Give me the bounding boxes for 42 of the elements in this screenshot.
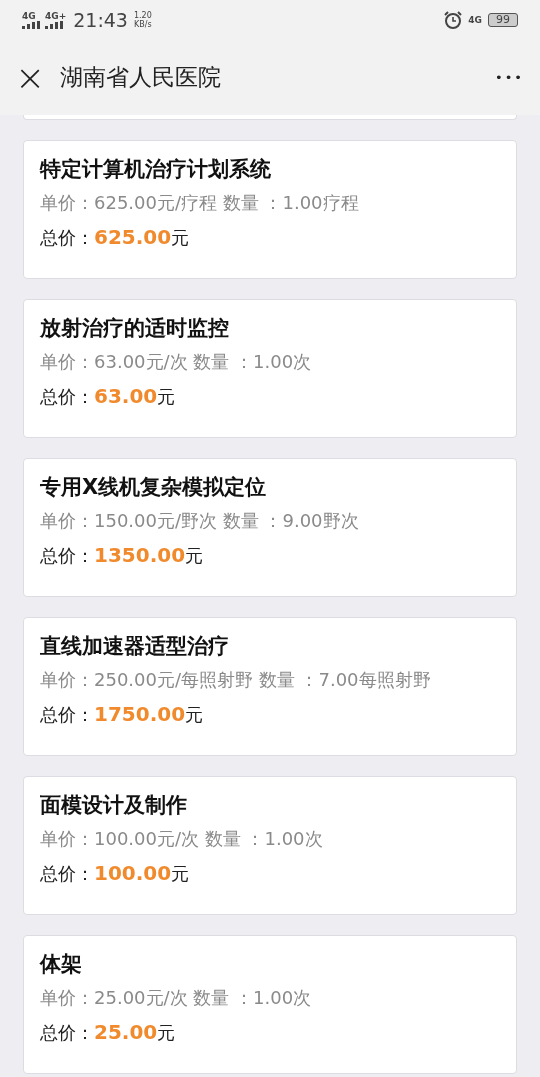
alarm-icon [444,11,463,29]
more-button[interactable]: ••• [495,70,524,85]
total-amount: 1750.00 [94,702,186,726]
total-amount: 25.00 [94,1020,158,1044]
total-label: 总价： [40,226,94,250]
total-amount: 63.00 [94,384,158,408]
signal-indicator: 4G [22,11,40,29]
currency-unit: 元 [171,226,190,250]
item-unit-price: 单价：63.00元/次 数量 ：1.00次 [40,350,313,374]
signal-indicator: 4G+ [45,11,67,29]
currency-unit: 元 [185,544,204,568]
item-name: 特定计算机治疗计划系统 [40,156,272,183]
total-label: 总价： [40,1021,94,1045]
item-name: 面模设计及制作 [40,792,188,819]
currency-unit: 元 [157,1021,176,1045]
total-label: 总价： [40,544,94,568]
currency-unit: 元 [185,703,204,727]
item-unit-price: 单价：625.00元/疗程 数量 ：1.00疗程 [40,191,360,215]
item-unit-price: 单价：150.00元/野次 数量 ：9.00野次 [40,509,360,533]
network-type: 4G [468,15,482,25]
item-unit-price: 单价：250.00元/每照射野 数量 ：7.00每照射野 [40,668,432,692]
total-label: 总价： [40,385,94,409]
item-name: 专用X线机复杂模拟定位 [40,474,268,501]
page-title: 湖南省人民医院 [60,63,222,92]
total-amount: 625.00 [94,225,172,249]
close-button[interactable]: × [14,59,46,96]
signal-icon [22,20,40,29]
currency-unit: 元 [157,385,176,409]
currency-unit: 元 [171,862,190,886]
total-label: 总价： [40,703,94,727]
item-name: 放射治疗的适时监控 [40,315,230,342]
item-unit-price: 单价：100.00元/次 数量 ：1.00次 [40,827,324,851]
item-name: 体架 [40,951,83,978]
total-amount: 1350.00 [94,543,186,567]
network-speed: 1.20 KB/s [133,11,152,29]
item-name: 直线加速器适型治疗 [40,633,230,660]
battery-level: 99 [488,13,518,27]
total-amount: 100.00 [94,861,172,885]
total-label: 总价： [40,862,94,886]
clock-time: 21:43 [73,9,128,31]
item-unit-price: 单价：25.00元/次 数量 ：1.00次 [40,986,313,1010]
signal-icon [45,20,63,29]
